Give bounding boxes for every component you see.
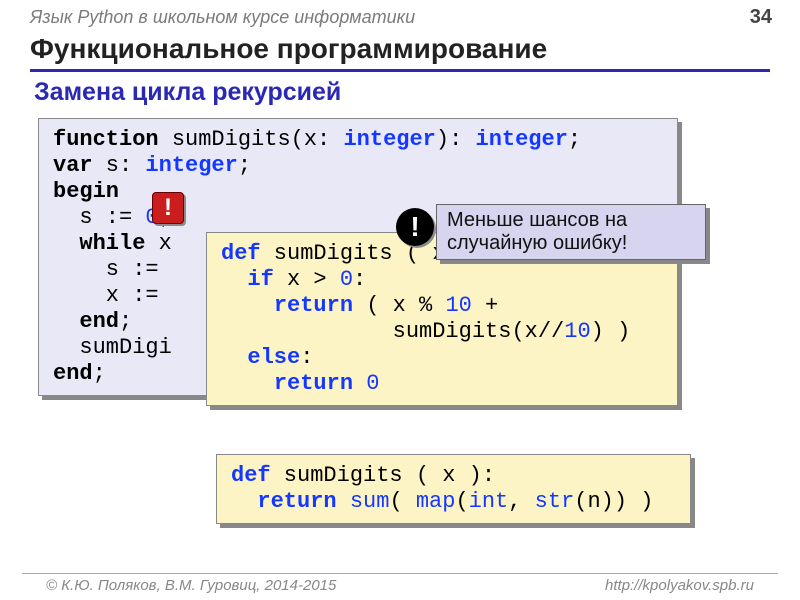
code-text (221, 345, 247, 370)
code-text: sumDigits(x// (221, 319, 564, 344)
code-text (231, 489, 257, 514)
code-text: ( (389, 489, 415, 514)
slide: Язык Python в школьном курсе информатики… (0, 0, 800, 600)
code-text: ): (436, 127, 476, 152)
code-text: ( (455, 489, 468, 514)
kw-if: if (247, 267, 273, 292)
exclaim-black-icon: ! (396, 208, 434, 246)
code-text: : (300, 345, 313, 370)
code-text: sumDigits ( x ): (271, 463, 495, 488)
kw-return: return (257, 489, 336, 514)
slide-subtitle: Замена цикла рекурсией (34, 78, 770, 107)
exclaim-red-icon: ! (152, 192, 184, 224)
code-text (353, 371, 366, 396)
code-text: x := (53, 283, 159, 308)
page-number: 34 (750, 6, 772, 29)
slide-footer: © К.Ю. Поляков, В.М. Гуровиц, 2014-2015 … (22, 573, 778, 594)
code-text: sumDigi (53, 335, 172, 360)
code-text: x > (274, 267, 340, 292)
code-text: s: (93, 153, 146, 178)
kw-var: var (53, 153, 93, 178)
code-text (221, 371, 274, 396)
course-title: Язык Python в школьном курсе информатики (30, 7, 415, 28)
slide-title: Функциональное программирование (30, 33, 770, 72)
type-integer: integer (476, 127, 568, 152)
num-literal: 0 (366, 371, 379, 396)
kw-end: end (53, 361, 93, 386)
kw-begin: begin (53, 179, 119, 204)
code-text: x (145, 231, 171, 256)
kw-while: while (79, 231, 145, 256)
code-text: , (508, 489, 534, 514)
code-text: ; (568, 127, 581, 152)
code-text: s := (53, 257, 159, 282)
kw-def: def (221, 241, 261, 266)
code-text (337, 489, 350, 514)
code-text: ) ) (591, 319, 631, 344)
code-text: ( x % (353, 293, 445, 318)
num-literal: 10 (564, 319, 590, 344)
fn-int: int (469, 489, 509, 514)
python-functional-code-box: def sumDigits ( x ): return sum( map(int… (216, 454, 691, 524)
fn-sum: sum (350, 489, 390, 514)
slide-header: Язык Python в школьном курсе информатики… (0, 0, 800, 31)
source-url: http://kpolyakov.spb.ru (605, 577, 754, 594)
kw-end: end (79, 309, 119, 334)
code-text: (n)) ) (574, 489, 653, 514)
kw-def: def (231, 463, 271, 488)
code-text (53, 309, 79, 334)
kw-return: return (274, 371, 353, 396)
code-text: : (353, 267, 366, 292)
num-literal: 0 (340, 267, 353, 292)
code-text: ; (93, 361, 106, 386)
kw-return: return (274, 293, 353, 318)
code-text: + (472, 293, 498, 318)
code-text (221, 267, 247, 292)
code-text (221, 293, 274, 318)
kw-else: else (247, 345, 300, 370)
fn-map: map (416, 489, 456, 514)
code-text (53, 231, 79, 256)
num-literal: 10 (445, 293, 471, 318)
type-integer: integer (343, 127, 435, 152)
type-integer: integer (145, 153, 237, 178)
copyright-text: © К.Ю. Поляков, В.М. Гуровиц, 2014-2015 (46, 577, 336, 594)
kw-function: function (53, 127, 159, 152)
fn-str: str (535, 489, 575, 514)
code-text: sumDigits(x: (159, 127, 344, 152)
code-text: ; (238, 153, 251, 178)
code-text: ; (119, 309, 132, 334)
code-text: s := (53, 205, 145, 230)
note-box: Меньше шансов на случайную ошибку! (436, 204, 706, 260)
